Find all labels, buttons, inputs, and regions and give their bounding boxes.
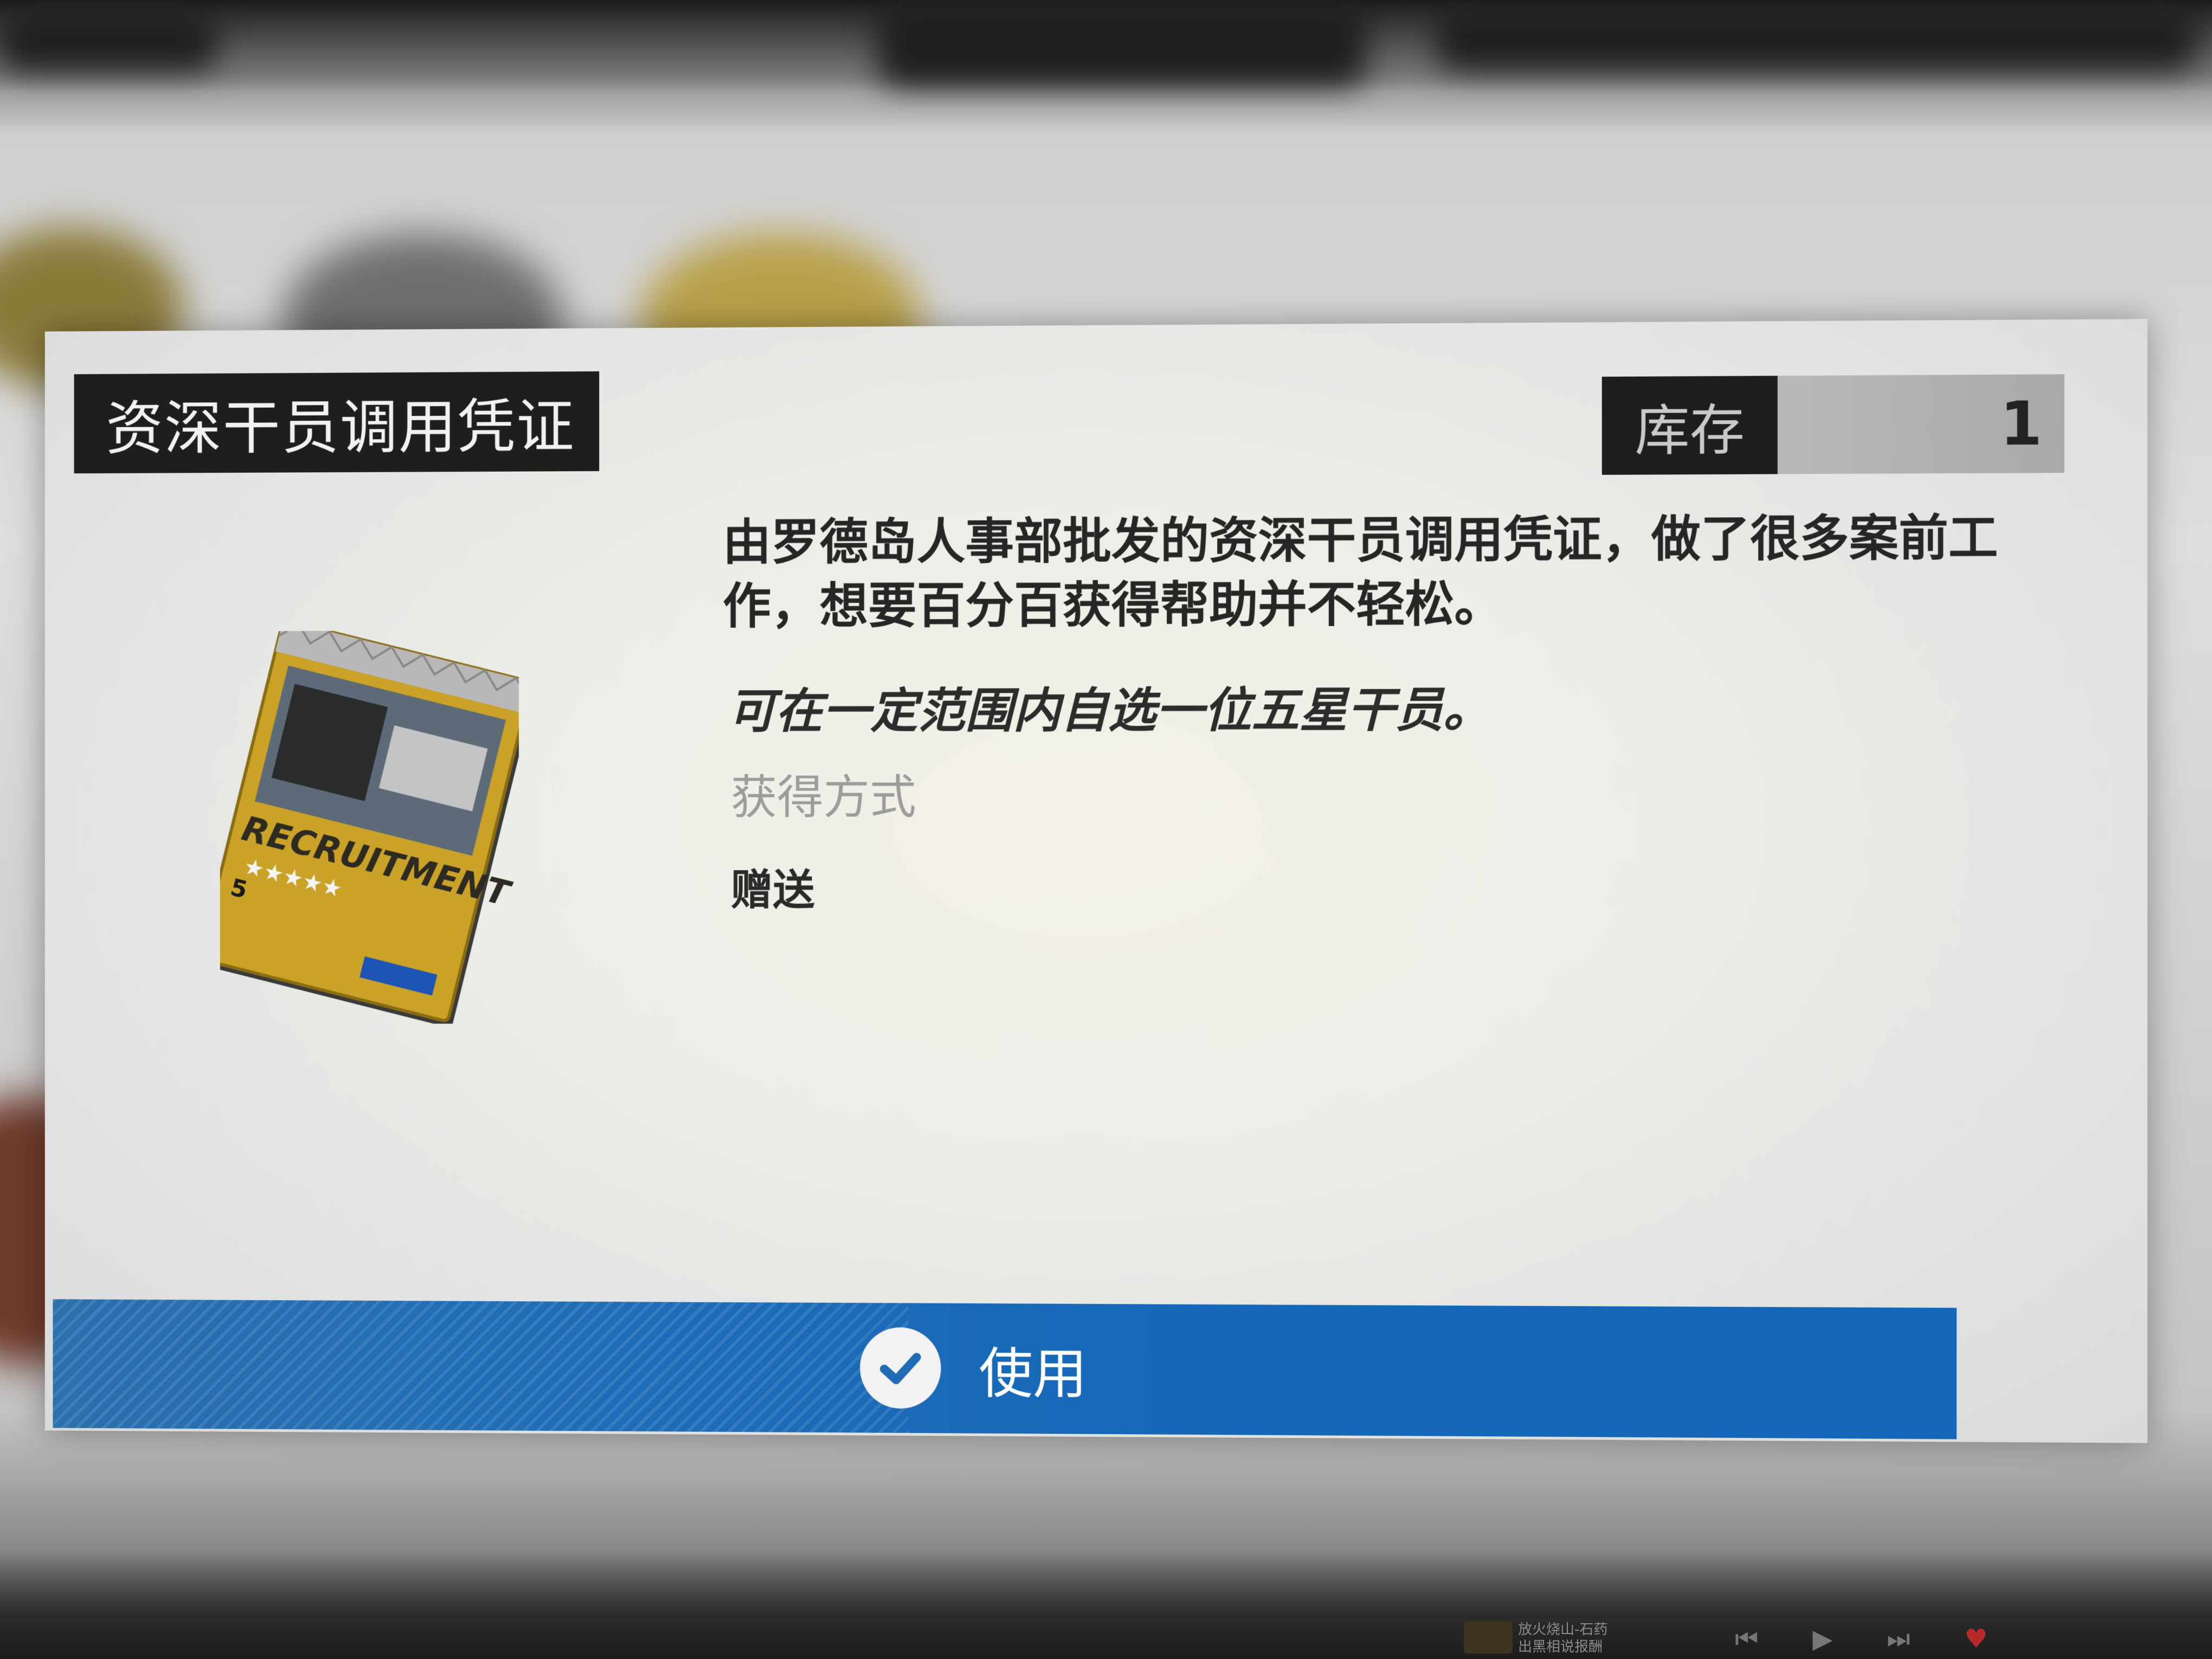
top-blurred-element: [0, 11, 217, 70]
album-thumbnail[interactable]: [1464, 1621, 1513, 1654]
stock-indicator: 库存 1: [1602, 374, 2065, 475]
play-icon[interactable]: ▶: [1812, 1624, 1832, 1655]
stock-label: 库存: [1635, 398, 1745, 462]
use-button-content: 使用: [860, 1327, 1087, 1410]
top-blurred-element: [878, 0, 1366, 87]
use-button-label: 使用: [979, 1341, 1087, 1406]
item-title-box: 资深干员调用凭证: [74, 371, 600, 474]
top-blurred-element: [1437, 5, 2196, 70]
check-icon: [860, 1327, 941, 1409]
obtain-method-label: 获得方式: [730, 770, 916, 825]
item-detail-dialog: 资深干员调用凭证 库存 1 RECRUITMENT ★★★★★ 5 由罗德岛人事…: [44, 319, 2147, 1443]
heart-icon[interactable]: ♥: [1964, 1624, 1988, 1655]
obtain-method-value: 赠送: [730, 866, 815, 915]
media-controls: ⏮ ▶ ⏭ ♥: [1735, 1624, 1988, 1655]
next-icon[interactable]: ⏭: [1887, 1624, 1910, 1655]
now-playing-text: 放火烧山-石药 出黑相说报酬: [1518, 1622, 1608, 1655]
item-effect: 可在一定范围内自选一位五星干员。: [728, 681, 1491, 740]
recruitment-voucher-image: RECRUITMENT ★★★★★ 5: [220, 630, 519, 1024]
stock-value-box: 1: [1777, 374, 2065, 474]
check-mark-glyph: [873, 1341, 928, 1395]
item-title: 资深干员调用凭证: [106, 393, 575, 462]
use-bar-pattern: [53, 1299, 909, 1433]
stock-count: 1: [1999, 388, 2042, 459]
item-description: 由罗德岛人事部批发的资深干员调用凭证，做了很多案前工作，想要百分百获得帮助并不轻…: [723, 509, 1998, 635]
stock-label-box: 库存: [1602, 376, 1778, 475]
use-button[interactable]: 使用: [53, 1299, 1957, 1439]
screen-background: 资深干员调用凭证 库存 1 RECRUITMENT ★★★★★ 5 由罗德岛人事…: [0, 0, 2212, 1659]
previous-icon[interactable]: ⏮: [1735, 1624, 1758, 1655]
